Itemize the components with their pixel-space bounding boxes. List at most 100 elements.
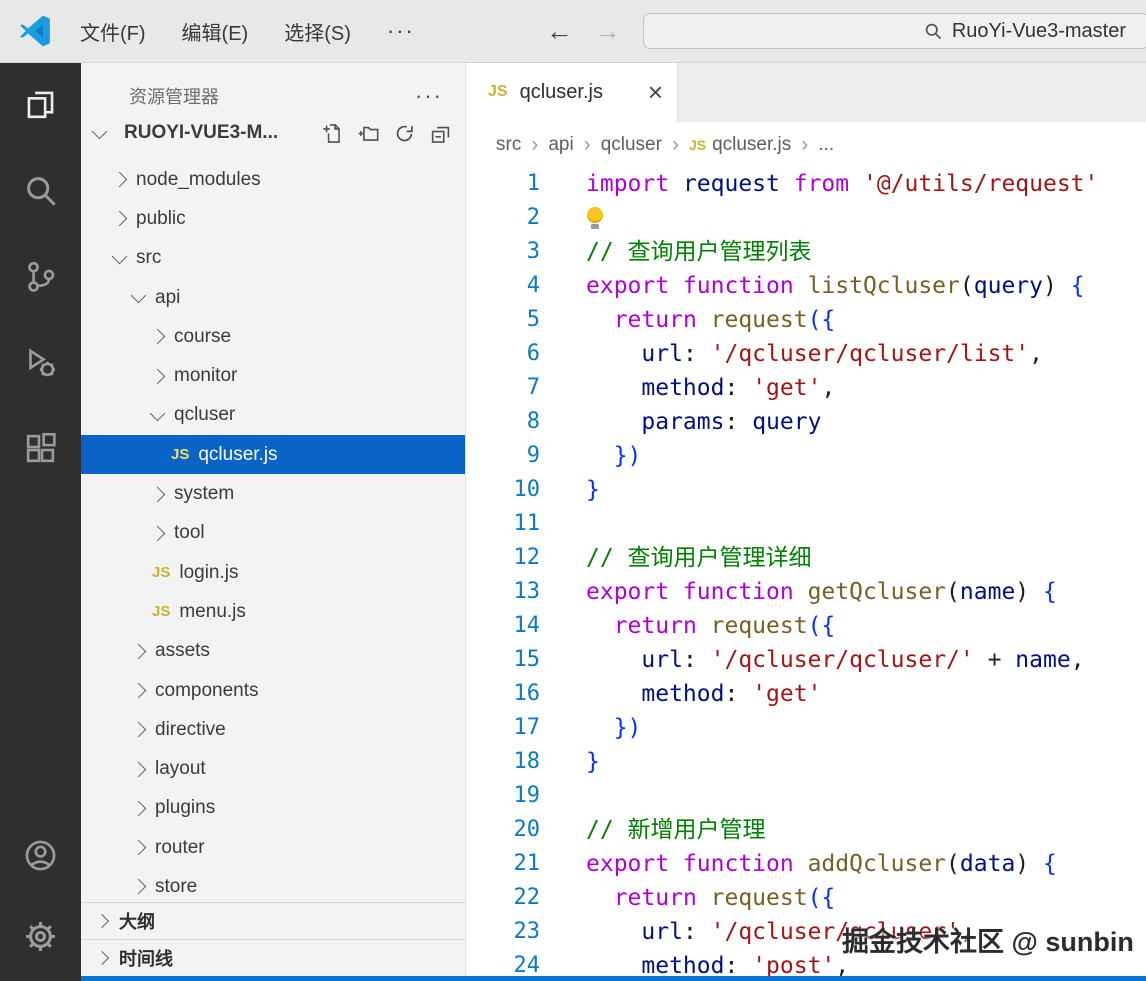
- breadcrumb-separator: ›: [531, 132, 539, 156]
- explorer-icon[interactable]: [22, 86, 59, 123]
- code-line[interactable]: 3 // 查询用户管理列表: [466, 235, 1146, 269]
- tree-item[interactable]: assets: [81, 632, 465, 671]
- tree-item[interactable]: public: [81, 199, 465, 238]
- code-line[interactable]: 1 import request from '@/utils/request': [466, 167, 1146, 201]
- code-area: 1 import request from '@/utils/request' …: [466, 167, 1146, 981]
- code-line[interactable]: 19: [466, 779, 1146, 813]
- tree-item[interactable]: plugins: [81, 789, 465, 828]
- code-line[interactable]: 18 }: [466, 745, 1146, 779]
- menu-selection[interactable]: 选择(S): [284, 17, 351, 46]
- source-control-icon[interactable]: [22, 258, 59, 295]
- code-line[interactable]: 6 url: '/qcluser/qcluser/list',: [466, 337, 1146, 371]
- tree-item[interactable]: layout: [81, 749, 465, 788]
- refresh-icon[interactable]: [394, 123, 415, 144]
- sidebar-panel[interactable]: 大纲: [81, 902, 465, 939]
- tree-item[interactable]: api: [81, 278, 465, 317]
- line-content: export function listQcluser(query) {: [586, 273, 1085, 299]
- breadcrumb-label: ...: [818, 133, 835, 155]
- code-line[interactable]: 21 export function addQcluser(data) {: [466, 847, 1146, 881]
- sidebar-panel[interactable]: 时间线: [81, 939, 465, 976]
- line-content: return request({: [613, 885, 836, 911]
- breadcrumb-separator: ›: [801, 132, 809, 156]
- tree-item-label: login.js: [179, 561, 239, 583]
- tree-item[interactable]: system: [81, 474, 465, 513]
- close-icon[interactable]: ×: [648, 79, 663, 105]
- sidebar-panels: 大纲 时间线: [81, 902, 465, 976]
- code-line[interactable]: 8 params: query: [466, 405, 1146, 439]
- panel-label: 大纲: [119, 912, 155, 932]
- account-icon[interactable]: [22, 837, 59, 874]
- project-header[interactable]: RUOYI-VUE3-M...: [81, 114, 465, 152]
- code-line[interactable]: 16 method: 'get': [466, 677, 1146, 711]
- breadcrumb-item[interactable]: JS qcluser.js: [689, 134, 791, 156]
- breadcrumb-item[interactable]: api: [548, 134, 573, 156]
- tree-item[interactable]: qcluser: [81, 396, 465, 435]
- code-line[interactable]: 12 // 查询用户管理详细: [466, 541, 1146, 575]
- breadcrumb-label: src: [496, 133, 522, 155]
- panel-chevron-icon: [94, 950, 110, 966]
- line-content: // 新增用户管理: [586, 817, 766, 843]
- menu-more-button[interactable]: ···: [387, 18, 415, 44]
- breadcrumb-item[interactable]: src: [496, 134, 521, 156]
- nav-back-button[interactable]: ←: [546, 14, 573, 48]
- command-center-search[interactable]: RuoYi-Vue3-master: [643, 13, 1146, 49]
- code-line[interactable]: 2: [466, 201, 1146, 235]
- run-debug-icon[interactable]: [22, 344, 59, 381]
- menu-file[interactable]: 文件(F): [80, 17, 146, 46]
- tree-chevron-icon: [130, 839, 147, 856]
- tree-item-label: public: [136, 207, 186, 229]
- collapse-all-icon[interactable]: [430, 123, 451, 144]
- code-line[interactable]: 4 export function listQcluser(query) {: [466, 269, 1146, 303]
- tree-item[interactable]: tool: [81, 514, 465, 553]
- line-content: [540, 779, 586, 813]
- new-file-icon[interactable]: [322, 123, 343, 144]
- tree-chevron-icon: [111, 248, 128, 265]
- code-line[interactable]: 5 return request({: [466, 303, 1146, 337]
- code-line[interactable]: 9 }): [466, 439, 1146, 473]
- breadcrumb: src › api › qcluser › JS qcluser.js › ..…: [466, 122, 1146, 167]
- nav-forward-button[interactable]: →: [594, 14, 621, 48]
- tree-item[interactable]: store: [81, 867, 465, 901]
- breadcrumb-item[interactable]: qcluser: [601, 134, 662, 156]
- tree-item[interactable]: node_modules: [81, 160, 465, 199]
- code-line[interactable]: 11: [466, 507, 1146, 541]
- tree-item[interactable]: directive: [81, 710, 465, 749]
- line-number: 10: [513, 477, 541, 502]
- new-folder-icon[interactable]: [358, 123, 379, 144]
- sidebar-header: 资源管理器 ···: [81, 78, 465, 114]
- tree-item[interactable]: components: [81, 671, 465, 710]
- tree-item[interactable]: course: [81, 317, 465, 356]
- code-line[interactable]: 7 method: 'get',: [466, 371, 1146, 405]
- line-content: export function addQcluser(data) {: [586, 851, 1057, 877]
- tree-item[interactable]: JS menu.js: [81, 592, 465, 631]
- tree-chevron-icon: [149, 405, 166, 422]
- line-number: 20: [513, 817, 541, 842]
- line-number: 17: [513, 715, 541, 740]
- sidebar-more-button[interactable]: ···: [415, 83, 443, 109]
- line-number: 2: [526, 205, 540, 230]
- extensions-icon[interactable]: [22, 430, 59, 467]
- settings-gear-icon[interactable]: [22, 918, 59, 955]
- search-icon[interactable]: [22, 172, 59, 209]
- line-number: 9: [526, 443, 540, 468]
- code-line[interactable]: 10 }: [466, 473, 1146, 507]
- line-content: url: '/qcluser/qcluser/list',: [641, 341, 1043, 367]
- breadcrumb-item[interactable]: ...: [818, 134, 834, 156]
- code-line[interactable]: 13 export function getQcluser(name) {: [466, 575, 1146, 609]
- code-line[interactable]: 20 // 新增用户管理: [466, 813, 1146, 847]
- tree-item[interactable]: JS login.js: [81, 553, 465, 592]
- tree-item[interactable]: router: [81, 828, 465, 867]
- tree-item[interactable]: monitor: [81, 356, 465, 395]
- code-line[interactable]: 17 }): [466, 711, 1146, 745]
- line-number: 22: [513, 885, 541, 910]
- tree-item[interactable]: JS qcluser.js: [81, 435, 465, 475]
- code-line[interactable]: 22 return request({: [466, 881, 1146, 915]
- tree-item[interactable]: src: [81, 239, 465, 278]
- line-content: return request({: [613, 307, 836, 333]
- lightbulb-icon[interactable]: [586, 206, 604, 230]
- code-line[interactable]: 14 return request({: [466, 609, 1146, 643]
- code-line[interactable]: 15 url: '/qcluser/qcluser/' + name,: [466, 643, 1146, 677]
- menu-edit[interactable]: 编辑(E): [182, 17, 249, 46]
- project-name: RUOYI-VUE3-M...: [124, 122, 279, 143]
- tab-qcluser-js[interactable]: JS qcluser.js ×: [466, 62, 678, 122]
